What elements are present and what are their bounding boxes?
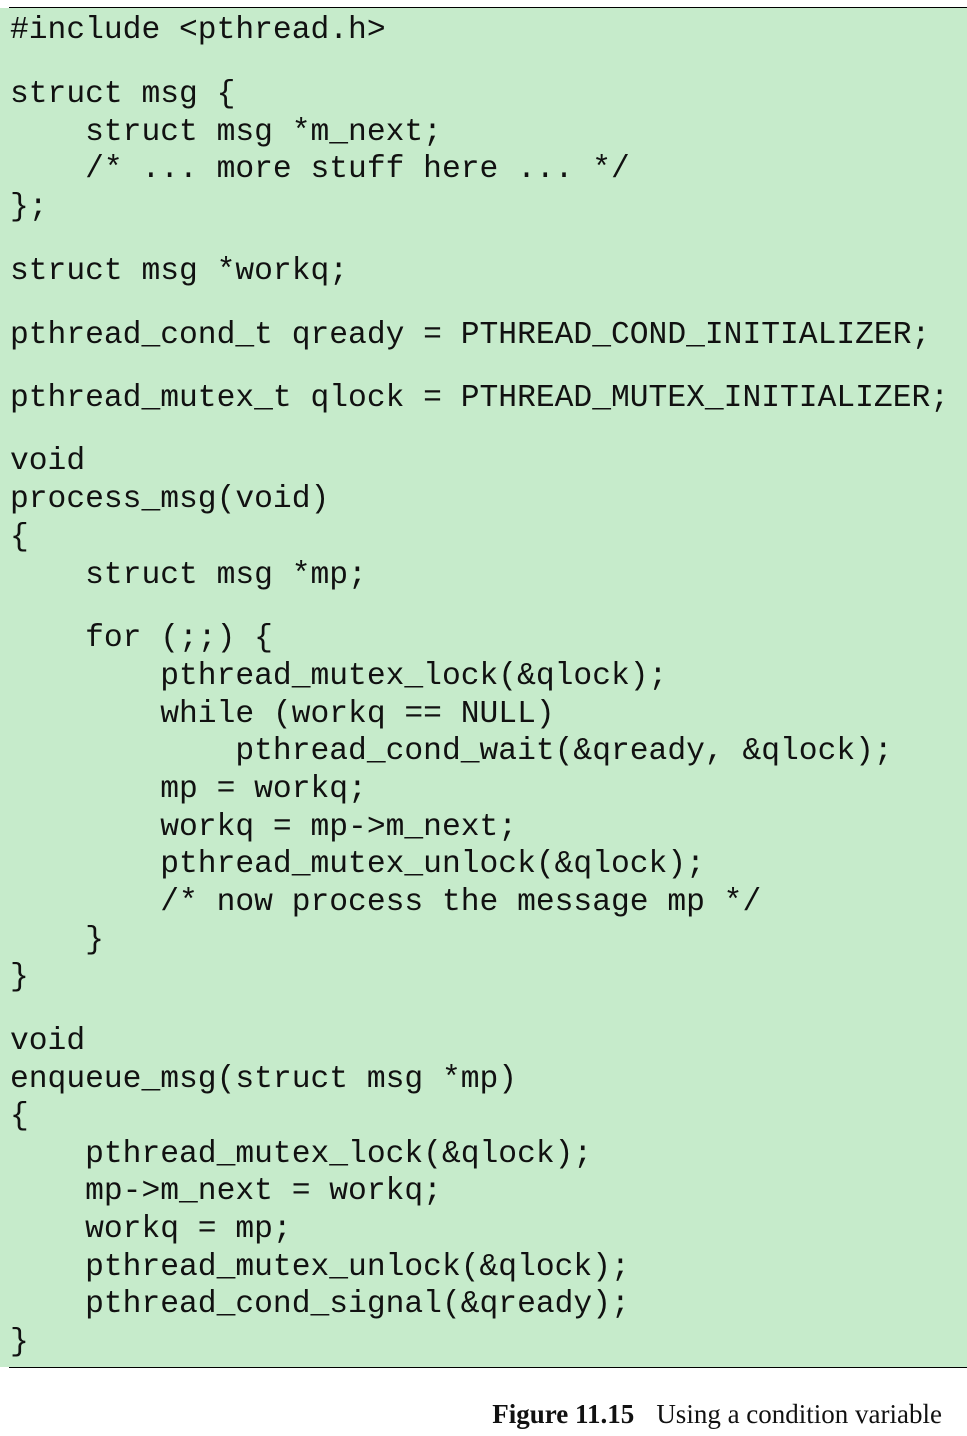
code-line: struct msg *mp; (10, 558, 367, 593)
code-line: struct msg *m_next; (10, 115, 442, 150)
code-line: enqueue_msg(struct msg *mp) (10, 1062, 518, 1097)
code-line: for (;;) { (10, 621, 273, 656)
code-line: mp->m_next = workq; (10, 1174, 442, 1209)
code-line: mp = workq; (10, 772, 367, 807)
figure-caption-text: Using a condition variable (656, 1399, 942, 1429)
code-line: pthread_cond_t qready = PTHREAD_COND_INI… (10, 318, 931, 353)
figure-caption: Figure 11.15 Using a condition variable (492, 1396, 942, 1432)
figure-label: Figure 11.15 (492, 1399, 635, 1429)
code-line: } (10, 1325, 29, 1360)
bottom-rule (9, 1367, 967, 1368)
code-line: pthread_mutex_lock(&qlock); (10, 1137, 593, 1172)
code-line: /* ... more stuff here ... */ (10, 152, 630, 187)
code-line: void (10, 444, 86, 479)
code-line: struct msg { (10, 77, 236, 112)
code-line: pthread_mutex_lock(&qlock); (10, 659, 668, 694)
code-line: workq = mp->m_next; (10, 810, 518, 845)
code-line: struct msg *workq; (10, 254, 349, 289)
code-line: while (workq == NULL) (10, 697, 555, 732)
code-line: #include <pthread.h> (10, 13, 386, 48)
code-line: workq = mp; (10, 1212, 292, 1247)
code-line: /* now process the message mp */ (10, 885, 762, 920)
code-line: pthread_cond_signal(&qready); (10, 1287, 630, 1322)
code-line: }; (10, 190, 48, 225)
code-line: pthread_mutex_unlock(&qlock); (10, 1250, 630, 1285)
code-line: process_msg(void) (10, 482, 330, 517)
code-line: pthread_mutex_t qlock = PTHREAD_MUTEX_IN… (10, 381, 950, 416)
code-line: pthread_mutex_unlock(&qlock); (10, 847, 705, 882)
code-line: { (10, 520, 29, 555)
code-line: void (10, 1024, 86, 1059)
code-line: } (10, 960, 29, 995)
code-line: pthread_cond_wait(&qready, &qlock); (10, 734, 893, 769)
code-line: { (10, 1099, 29, 1134)
code-line: } (10, 923, 104, 958)
